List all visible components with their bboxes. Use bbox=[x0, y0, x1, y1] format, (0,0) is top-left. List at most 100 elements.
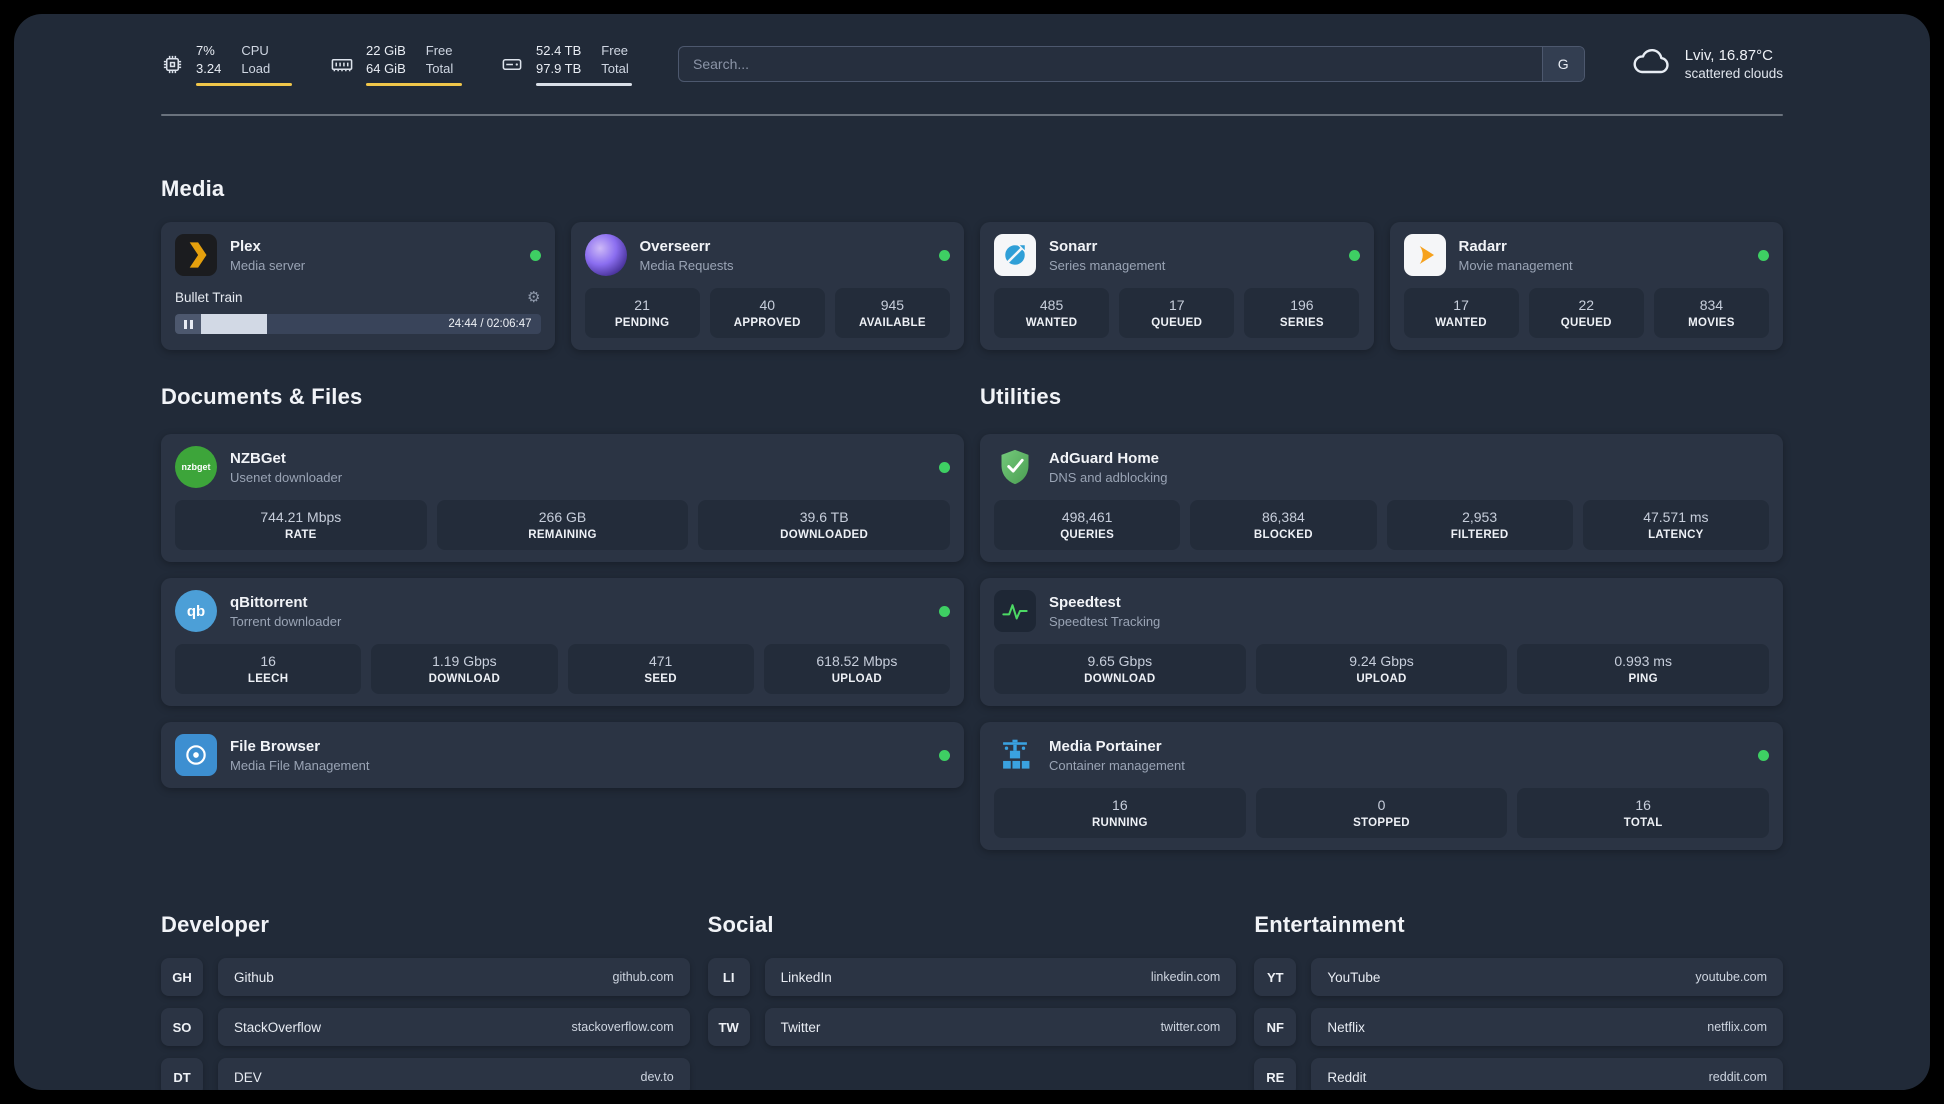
section-title-social: Social bbox=[707, 912, 774, 938]
qbittorrent-icon: qb bbox=[175, 590, 217, 633]
github-link[interactable]: Github github.com bbox=[218, 958, 690, 997]
ram-total-value: 64 GiB bbox=[366, 60, 406, 76]
stat-label: TOTAL bbox=[1623, 817, 1663, 830]
stat-approved: 40 APPROVED bbox=[709, 288, 825, 339]
twitter-link[interactable]: Twitter twitter.com bbox=[764, 1008, 1237, 1047]
bookmark-reddit: RE Reddit reddit.com bbox=[1254, 1058, 1783, 1090]
app-subtitle: Media server bbox=[230, 257, 306, 273]
netflix-badge[interactable]: NF bbox=[1254, 1008, 1297, 1047]
header-divider bbox=[161, 114, 1783, 117]
social-section: Social LI LinkedIn linkedin.com TW Twitt… bbox=[707, 912, 1237, 1090]
stat-label: PING bbox=[1628, 673, 1658, 686]
stat-value: 16 bbox=[260, 653, 276, 670]
cpu-label: CPU bbox=[241, 43, 269, 58]
bookmark-name: StackOverflow bbox=[234, 1019, 322, 1035]
bookmark-url: netflix.com bbox=[1707, 1020, 1767, 1035]
stat-label: RUNNING bbox=[1091, 817, 1148, 830]
qbittorrent-card[interactable]: qb qBittorrent Torrent downloader 16 LEE… bbox=[161, 578, 964, 707]
twitter-badge[interactable]: TW bbox=[707, 1008, 750, 1047]
stat-rate: 744.21 Mbps RATE bbox=[175, 500, 427, 551]
cloud-icon bbox=[1629, 46, 1673, 83]
bookmark-twitter: TW Twitter twitter.com bbox=[707, 1008, 1237, 1047]
status-dot bbox=[1758, 749, 1769, 761]
stat-value: 0 bbox=[1377, 797, 1386, 814]
stackoverflow-badge[interactable]: SO bbox=[161, 1008, 203, 1047]
disk-icon bbox=[500, 53, 524, 76]
adguard-card[interactable]: AdGuard Home DNS and adblocking 498,461 … bbox=[980, 434, 1783, 563]
stat-label: WANTED bbox=[1025, 317, 1078, 330]
nzbget-icon: nzbget bbox=[175, 446, 217, 489]
speedtest-card[interactable]: Speedtest Speedtest Tracking 9.65 Gbps D… bbox=[980, 578, 1783, 707]
stat-leech: 16 LEECH bbox=[175, 644, 362, 695]
stat-label: FILTERED bbox=[1450, 529, 1509, 542]
stat-label: WANTED bbox=[1435, 317, 1487, 330]
stackoverflow-link[interactable]: StackOverflow stackoverflow.com bbox=[218, 1008, 690, 1047]
gear-icon[interactable]: ⚙ bbox=[527, 288, 540, 306]
stat-filtered: 2,953 FILTERED bbox=[1386, 500, 1573, 551]
app-title: AdGuard Home bbox=[1049, 449, 1160, 467]
search-input[interactable] bbox=[679, 47, 1542, 82]
section-title-utilities: Utilities bbox=[980, 384, 1062, 410]
app-subtitle: Media File Management bbox=[230, 757, 370, 773]
bookmark-name: LinkedIn bbox=[780, 969, 832, 985]
github-badge[interactable]: GH bbox=[161, 958, 203, 997]
stat-value: 16 bbox=[1112, 797, 1128, 814]
bookmark-url: youtube.com bbox=[1695, 970, 1767, 985]
youtube-badge[interactable]: YT bbox=[1254, 958, 1297, 997]
stat-value: 2,953 bbox=[1462, 509, 1498, 526]
radarr-card[interactable]: Radarr Movie management 17 WANTED 22 QUE… bbox=[1389, 222, 1783, 351]
bookmark-name: Twitter bbox=[780, 1019, 821, 1035]
app-title: File Browser bbox=[230, 737, 321, 755]
status-dot bbox=[529, 249, 541, 261]
disk-total-value: 97.9 TB bbox=[536, 60, 582, 76]
weather-location-temp: Lviv, 16.87°C bbox=[1684, 46, 1773, 64]
bookmark-name: Reddit bbox=[1327, 1069, 1367, 1085]
nzbget-card[interactable]: nzbget NZBGet Usenet downloader 744.21 M… bbox=[161, 434, 964, 563]
search-bar: G bbox=[678, 46, 1585, 83]
stat-value: 9.24 Gbps bbox=[1349, 653, 1414, 670]
reddit-badge[interactable]: RE bbox=[1254, 1058, 1297, 1090]
dev-link[interactable]: DEV dev.to bbox=[218, 1058, 690, 1090]
section-title-documents: Documents & Files bbox=[161, 384, 363, 410]
section-title-media: Media bbox=[161, 176, 225, 202]
app-subtitle: Usenet downloader bbox=[230, 469, 343, 485]
cpu-usage-value: 7% bbox=[196, 43, 215, 58]
app-title: NZBGet bbox=[230, 449, 286, 467]
plex-card[interactable]: Plex Media server Bullet Train ⚙ 24:44 /… bbox=[161, 222, 555, 351]
disk-free-label: Free bbox=[601, 43, 629, 58]
stat-value: 17 bbox=[1453, 297, 1469, 314]
disk-free-value: 52.4 TB bbox=[536, 43, 582, 58]
stat-label: SEED bbox=[644, 673, 677, 686]
stat-value: 9.65 Gbps bbox=[1087, 653, 1153, 670]
section-title-entertainment: Entertainment bbox=[1254, 912, 1405, 938]
stat-label: QUEUED bbox=[1560, 317, 1612, 330]
overseerr-card[interactable]: Overseerr Media Requests 21 PENDING 40 A… bbox=[570, 222, 964, 351]
stat-label: RATE bbox=[285, 529, 317, 542]
stat-wanted: 17 WANTED bbox=[1403, 288, 1519, 339]
speedtest-icon bbox=[994, 590, 1036, 633]
reddit-link[interactable]: Reddit reddit.com bbox=[1311, 1058, 1783, 1090]
portainer-card[interactable]: Media Portainer Container management 16 … bbox=[980, 722, 1783, 851]
linkedin-badge[interactable]: LI bbox=[707, 958, 750, 997]
stat-pending: 21 PENDING bbox=[584, 288, 700, 339]
stat-label: QUERIES bbox=[1060, 529, 1115, 542]
search-engine-button[interactable]: G bbox=[1541, 47, 1584, 82]
stat-label: MOVIES bbox=[1688, 317, 1735, 330]
linkedin-link[interactable]: LinkedIn linkedin.com bbox=[764, 958, 1237, 997]
dev-badge[interactable]: DT bbox=[161, 1058, 203, 1090]
ram-usage-bar bbox=[366, 83, 462, 87]
youtube-link[interactable]: YouTube youtube.com bbox=[1311, 958, 1783, 997]
stat-label: AVAILABLE bbox=[859, 317, 926, 330]
stat-movies: 834 MOVIES bbox=[1653, 288, 1769, 339]
netflix-link[interactable]: Netflix netflix.com bbox=[1311, 1008, 1783, 1047]
stat-remaining: 266 GB REMAINING bbox=[436, 500, 689, 551]
filebrowser-card[interactable]: File Browser Media File Management bbox=[161, 722, 964, 789]
entertainment-section: Entertainment YT YouTube youtube.com NF … bbox=[1254, 912, 1783, 1090]
weather-widget: Lviv, 16.87°C scattered clouds bbox=[1629, 46, 1783, 83]
progress-track: 24:44 / 02:06:47 bbox=[201, 314, 541, 335]
bookmark-stackoverflow: SO StackOverflow stackoverflow.com bbox=[161, 1008, 690, 1047]
stat-available: 945 AVAILABLE bbox=[834, 288, 950, 339]
status-dot bbox=[939, 249, 950, 261]
pause-button[interactable] bbox=[175, 314, 201, 335]
sonarr-card[interactable]: Sonarr Series management 485 WANTED 17 Q… bbox=[980, 222, 1374, 351]
